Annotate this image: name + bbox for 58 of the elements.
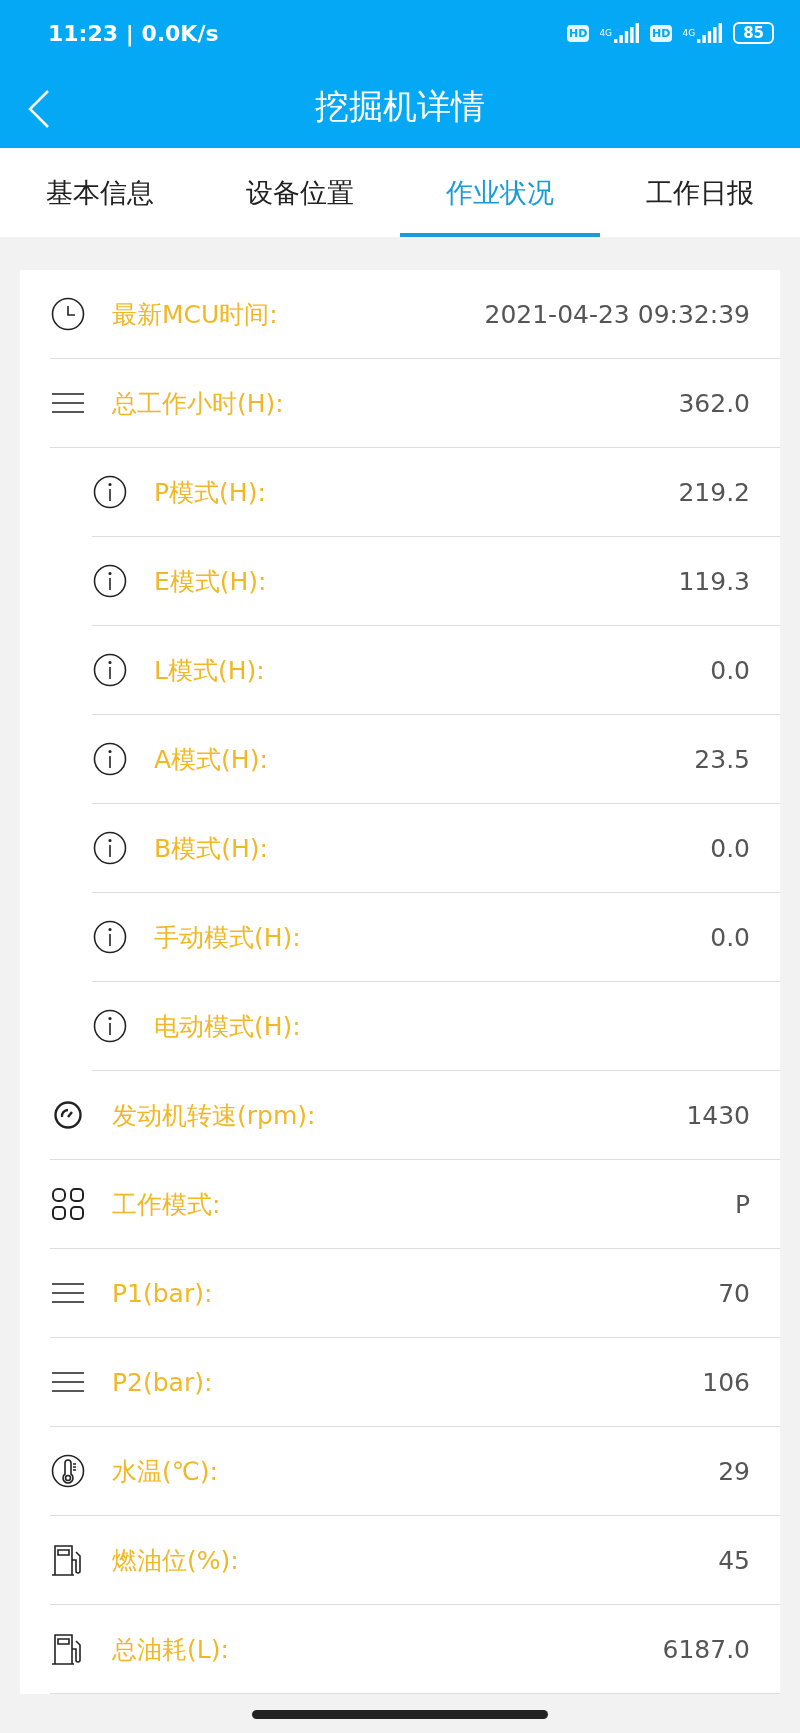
page-title: 挖掘机详情 bbox=[315, 85, 485, 128]
hd-badge: HD bbox=[567, 24, 590, 42]
field-value: 106 bbox=[702, 1367, 750, 1397]
info-icon bbox=[93, 831, 127, 865]
field-label: 水温(℃): bbox=[112, 1455, 218, 1488]
field-value: 45 bbox=[718, 1545, 750, 1575]
signal-icon bbox=[614, 23, 641, 43]
back-icon[interactable] bbox=[28, 90, 50, 128]
menu-lines-icon bbox=[51, 1371, 85, 1393]
info-icon bbox=[93, 564, 127, 598]
menu-lines-icon bbox=[51, 392, 85, 414]
field-value: 2021-04-23 09:32:39 bbox=[484, 299, 750, 329]
signal-icon bbox=[697, 23, 724, 43]
field-label: P1(bar): bbox=[112, 1278, 213, 1308]
menu-lines-icon bbox=[51, 1282, 85, 1304]
tab[interactable]: 设备位置 bbox=[200, 148, 400, 237]
field-value: 119.3 bbox=[678, 566, 750, 596]
grid-icon bbox=[52, 1188, 84, 1220]
gauge-icon bbox=[53, 1100, 83, 1130]
status-time: 11:23 | 0.0K/s bbox=[48, 20, 219, 46]
field-label: 燃油位(%): bbox=[112, 1544, 239, 1577]
network-type: 4G bbox=[682, 28, 696, 38]
field-label: P模式(H): bbox=[154, 476, 266, 509]
field-label: 工作模式: bbox=[112, 1188, 221, 1221]
field-value: 70 bbox=[718, 1278, 750, 1308]
info-icon bbox=[93, 475, 127, 509]
field-label: L模式(H): bbox=[154, 654, 265, 687]
info-icon bbox=[93, 653, 127, 687]
tab[interactable]: 基本信息 bbox=[0, 148, 200, 237]
field-label: 发动机转速(rpm): bbox=[112, 1099, 316, 1132]
field-label: E模式(H): bbox=[154, 565, 267, 598]
info-icon bbox=[93, 920, 127, 954]
field-label: 电动模式(H): bbox=[154, 1010, 301, 1043]
clock-icon bbox=[51, 297, 85, 331]
field-label: B模式(H): bbox=[154, 832, 268, 865]
field-label: 总油耗(L): bbox=[112, 1633, 229, 1666]
info-icon bbox=[93, 1009, 127, 1043]
field-value: 29 bbox=[718, 1456, 750, 1486]
field-label: 最新MCU时间: bbox=[112, 298, 278, 331]
battery-level: 85 bbox=[733, 22, 774, 44]
field-value: P bbox=[734, 1189, 750, 1219]
field-value: 1430 bbox=[686, 1100, 750, 1130]
field-label: 总工作小时(H): bbox=[112, 387, 284, 420]
field-value: 6187.0 bbox=[662, 1634, 750, 1664]
hd-badge: HD bbox=[650, 24, 673, 42]
info-icon bbox=[93, 742, 127, 776]
tab[interactable]: 工作日报 bbox=[600, 148, 800, 237]
field-value: 219.2 bbox=[678, 477, 750, 507]
field-label: A模式(H): bbox=[154, 743, 268, 776]
field-value: 23.5 bbox=[694, 744, 750, 774]
field-label: P2(bar): bbox=[112, 1367, 213, 1397]
thermometer-icon bbox=[51, 1454, 85, 1488]
field-value: 0.0 bbox=[710, 655, 750, 685]
field-value: 0.0 bbox=[710, 922, 750, 952]
field-value: 0.0 bbox=[710, 833, 750, 863]
field-value: 362.0 bbox=[678, 388, 750, 418]
field-label: 手动模式(H): bbox=[154, 921, 301, 954]
network-type: 4G bbox=[599, 28, 613, 38]
